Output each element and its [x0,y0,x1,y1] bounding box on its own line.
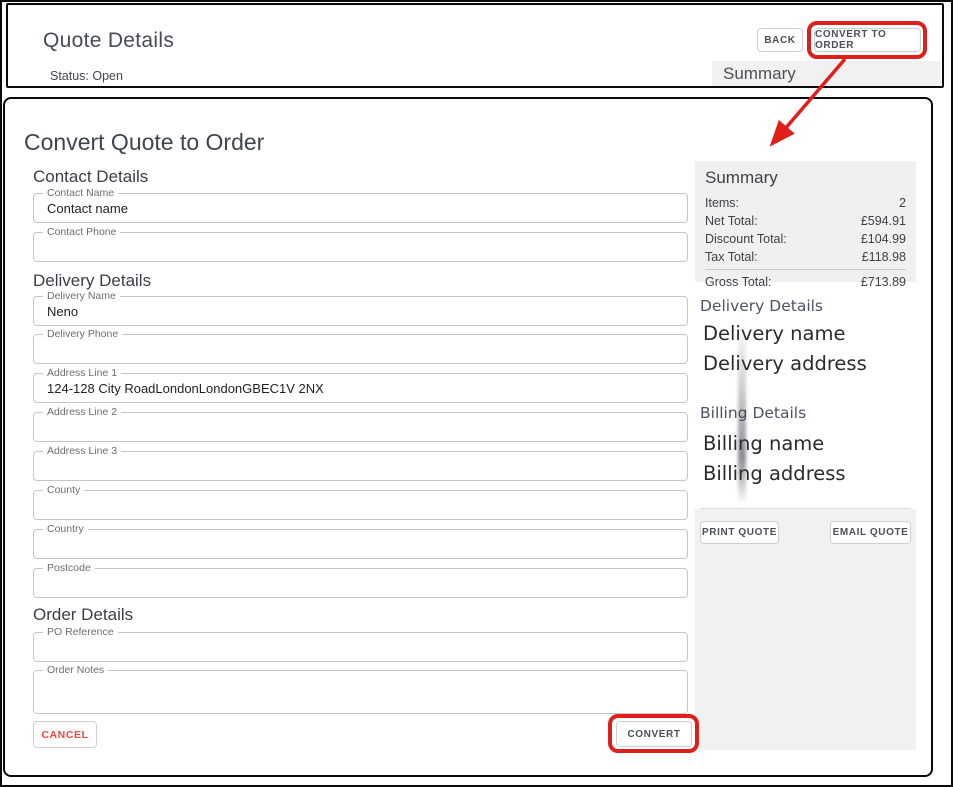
sidebar-delivery-address: Delivery address [703,352,867,375]
summary-row-items: Items: 2 [705,194,906,212]
field-label: Postcode [43,562,95,575]
summary-panel: Summary Items: 2 Net Total: £594.91 Disc… [695,161,916,282]
summary-row-gross-total: Gross Total: £713.89 [705,269,906,291]
back-button[interactable]: BACK [757,28,803,52]
order-details-heading: Order Details [33,605,133,625]
field-value: Contact name [47,201,128,216]
address-line-1-field[interactable]: Address Line 1 124-128 City RoadLondonLo… [33,373,688,403]
print-quote-button[interactable]: PRINT QUOTE [700,521,779,544]
delivery-phone-field[interactable]: Delivery Phone [33,334,688,364]
topbar-summary-label: Summary [723,64,796,84]
topbar-summary-peek: Summary [712,61,941,86]
field-value: Neno [47,304,78,319]
contact-phone-field[interactable]: Contact Phone [33,232,688,262]
sidebar-billing-name: Billing name [703,432,824,455]
order-notes-field[interactable]: Order Notes [33,670,688,714]
contact-name-field[interactable]: Contact Name Contact name [33,193,688,223]
contact-details-heading: Contact Details [33,167,148,187]
screenshot-canvas: Quote Details Status: Open BACK CONVERT … [0,0,953,787]
status-text: Status: Open [50,69,123,83]
field-label: Address Line 3 [43,445,121,458]
postcode-field[interactable]: Postcode [33,568,688,598]
summary-heading: Summary [705,168,906,188]
summary-row-discount-total: Discount Total: £104.99 [705,230,906,248]
scroll-shadow-artifact [738,318,746,504]
field-label: Contact Name [43,187,118,200]
field-label: Address Line 1 [43,367,121,380]
email-quote-button[interactable]: EMAIL QUOTE [830,521,911,544]
modal-title: Convert Quote to Order [24,129,264,156]
sidebar-billing-heading: Billing Details [700,404,806,422]
country-field[interactable]: Country [33,529,688,559]
convert-button[interactable]: CONVERT [616,721,692,747]
field-label: Delivery Name [43,290,120,303]
field-label: Delivery Phone [43,328,122,341]
field-label: PO Reference [43,626,118,639]
sidebar-actions-section [695,509,916,750]
field-label: Country [43,523,88,536]
po-reference-field[interactable]: PO Reference [33,632,688,662]
convert-to-order-button[interactable]: CONVERT TO ORDER [814,28,921,52]
sidebar-billing-address: Billing address [703,462,846,485]
address-line-3-field[interactable]: Address Line 3 [33,451,688,481]
field-label: Address Line 2 [43,406,121,419]
sidebar-delivery-heading: Delivery Details [700,297,823,315]
delivery-name-field[interactable]: Delivery Name Neno [33,296,688,326]
address-line-2-field[interactable]: Address Line 2 [33,412,688,442]
summary-row-net-total: Net Total: £594.91 [705,212,906,230]
field-label: Contact Phone [43,226,120,239]
cancel-button[interactable]: CANCEL [33,721,97,748]
field-label: Order Notes [43,664,108,677]
county-field[interactable]: County [33,490,688,520]
page-title: Quote Details [43,29,174,53]
delivery-details-heading: Delivery Details [33,271,151,291]
field-value: 124-128 City RoadLondonLondonGBEC1V 2NX [47,381,324,396]
field-label: County [43,484,84,497]
summary-row-tax-total: Tax Total: £118.98 [705,248,906,266]
sidebar-delivery-name: Delivery name [703,322,845,345]
